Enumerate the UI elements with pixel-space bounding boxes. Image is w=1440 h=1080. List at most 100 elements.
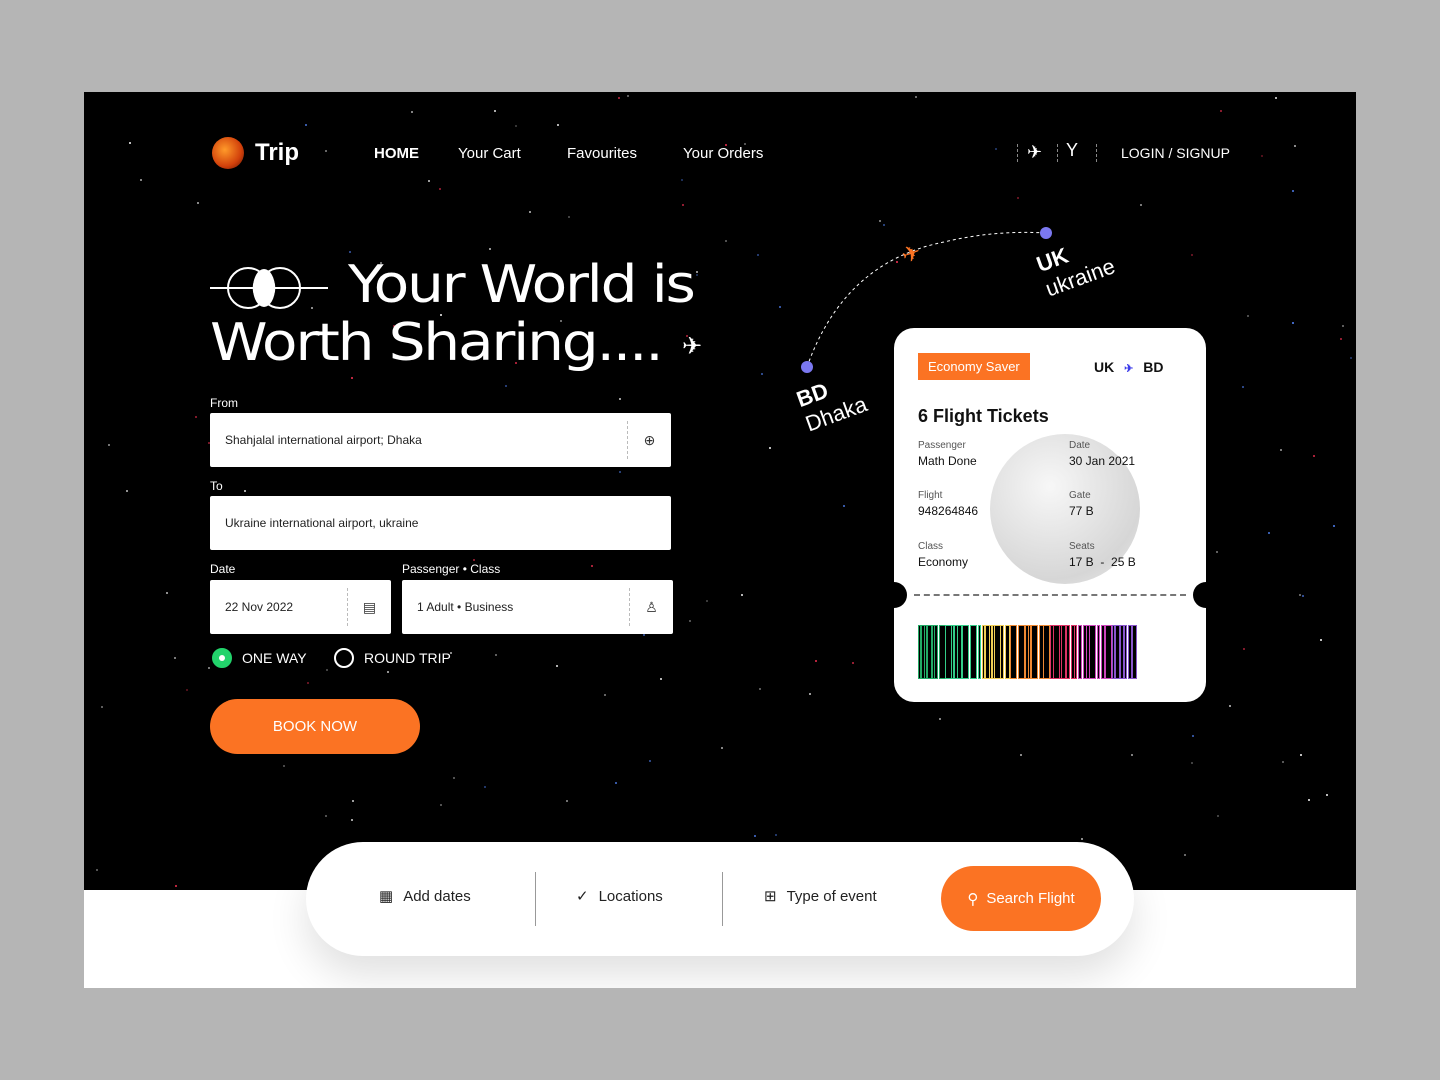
nav-your-orders[interactable]: Your Orders — [683, 145, 763, 162]
star — [186, 689, 188, 691]
star — [556, 665, 558, 667]
date-label: Date — [210, 562, 235, 576]
barcode-bar — [958, 626, 961, 678]
one-way-radio[interactable] — [212, 648, 232, 668]
logo-text[interactable]: Trip — [255, 139, 299, 167]
star — [1294, 145, 1296, 147]
star — [939, 718, 941, 720]
star — [244, 490, 246, 492]
route-split-icon[interactable]: Y — [1066, 140, 1078, 161]
star — [1299, 594, 1301, 596]
barcode-bar — [1067, 626, 1069, 678]
star — [706, 600, 708, 602]
search-flight-button[interactable]: ⚲ Search Flight — [941, 866, 1101, 931]
star — [96, 869, 98, 871]
grid-icon: ⊞ — [764, 887, 777, 905]
star — [1302, 595, 1304, 597]
barcode-bar — [963, 626, 968, 678]
add-circle-icon[interactable]: ⊕ — [627, 421, 671, 459]
add-dates-label: Add dates — [403, 888, 471, 905]
from-input[interactable]: Shahjalal international airport; Dhaka ⊕ — [210, 413, 671, 467]
star — [197, 202, 199, 204]
plane-icon[interactable]: ✈ — [1027, 142, 1042, 163]
star — [195, 416, 197, 418]
star — [439, 188, 441, 190]
nav-your-cart[interactable]: Your Cart — [458, 145, 521, 162]
calendar-icon[interactable]: ▤ — [347, 588, 391, 626]
barcode-bar — [1106, 626, 1111, 678]
page-frame: Trip HOME Your Cart Favourites Your Orde… — [84, 92, 1356, 988]
date-input[interactable]: 22 Nov 2022 ▤ — [210, 580, 391, 634]
barcode-bar — [955, 626, 957, 678]
star — [1216, 551, 1218, 553]
ticket-to: BD — [1143, 359, 1163, 375]
star — [126, 490, 128, 492]
type-of-event-item[interactable]: ⊞ Type of event — [764, 887, 877, 905]
star — [689, 620, 691, 622]
star — [494, 110, 496, 112]
nav-favourites[interactable]: Favourites — [567, 145, 637, 162]
barcode-bar — [940, 626, 945, 678]
star — [349, 251, 351, 253]
star — [453, 777, 455, 779]
star — [387, 671, 389, 673]
to-input[interactable]: Ukraine international airport, ukraine — [210, 496, 671, 550]
star — [557, 124, 559, 126]
person-icon[interactable]: ♙ — [629, 588, 673, 626]
barcode-bar — [1040, 626, 1043, 678]
round-trip-radio[interactable] — [334, 648, 354, 668]
barcode-bar — [1044, 626, 1049, 678]
barcode-bar — [933, 626, 934, 678]
nav-home[interactable]: HOME — [374, 145, 419, 162]
divider — [535, 872, 536, 926]
star — [101, 706, 103, 708]
barcode-bar — [1098, 626, 1099, 678]
star — [682, 204, 684, 206]
svg-text:✈: ✈ — [898, 239, 924, 269]
star — [618, 97, 620, 99]
star — [1282, 761, 1284, 763]
star — [325, 815, 327, 817]
star — [1333, 525, 1335, 527]
star — [1242, 386, 1244, 388]
barcode-bar — [1113, 626, 1114, 678]
round-trip-label[interactable]: ROUND TRIP — [364, 650, 451, 666]
one-way-label[interactable]: ONE WAY — [242, 650, 307, 666]
star — [604, 694, 606, 696]
ticket-perforation — [914, 594, 1186, 596]
barcode-bar — [928, 626, 931, 678]
barcode-bar — [993, 626, 994, 678]
barcode-bar — [1001, 626, 1003, 678]
star — [140, 179, 142, 181]
star — [1292, 322, 1294, 324]
to-value: Ukraine international airport, ukraine — [225, 516, 418, 530]
flight-ticket-card[interactable]: Economy Saver UK ✈ BD 6 Flight Tickets P… — [894, 328, 1206, 702]
barcode-bar — [1129, 626, 1131, 678]
barcode-bar — [1019, 626, 1024, 678]
star — [721, 747, 723, 749]
ticket-passenger: Passenger Math Done — [918, 440, 977, 468]
star — [725, 240, 727, 242]
star — [1268, 532, 1270, 534]
star — [325, 150, 327, 152]
star — [1243, 648, 1245, 650]
divider — [1096, 144, 1097, 162]
login-signup-link[interactable]: LOGIN / SIGNUP — [1121, 145, 1230, 161]
divider — [1017, 144, 1018, 162]
search-flight-label: Search Flight — [986, 890, 1074, 907]
book-now-button[interactable]: BOOK NOW — [210, 699, 420, 754]
star — [627, 95, 629, 97]
passenger-input[interactable]: 1 Adult • Business ♙ — [402, 580, 673, 634]
add-dates-item[interactable]: ▦ Add dates — [379, 887, 471, 905]
barcode-bar — [1026, 626, 1028, 678]
star — [660, 678, 662, 680]
star — [769, 447, 771, 449]
locations-item[interactable]: ✓ Locations — [576, 887, 663, 905]
ticket-flight: Flight 948264846 — [918, 490, 978, 518]
barcode-bar — [1121, 626, 1123, 678]
plane-icon: ✈ — [682, 332, 702, 361]
star — [208, 667, 210, 669]
barcode-bar — [1075, 626, 1076, 678]
logo-globe-icon[interactable] — [212, 137, 244, 169]
star — [473, 559, 475, 561]
